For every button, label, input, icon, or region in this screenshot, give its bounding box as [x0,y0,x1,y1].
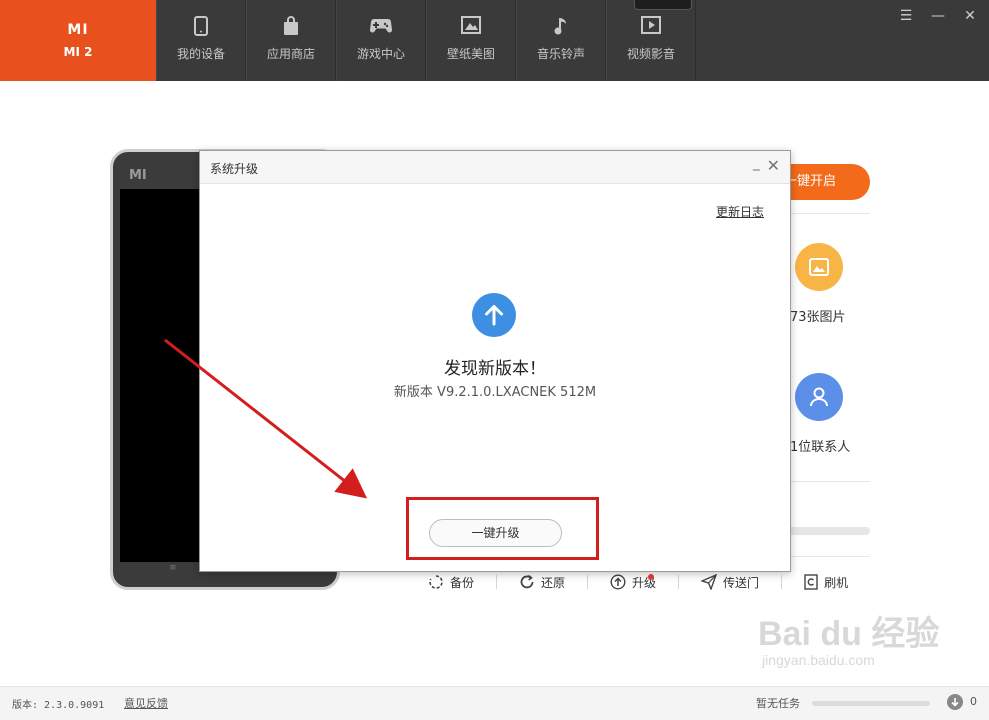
backup-button[interactable]: 备份 [428,574,496,591]
nav-app-store[interactable]: 应用商店 [246,0,336,81]
shopping-bag-icon [247,16,335,38]
download-count: 0 [970,695,977,708]
upgrade-icon [610,574,626,590]
action-bar: 备份 还原 升级 传送门 刷机 [428,571,870,593]
nav-label: 我的设备 [176,47,225,61]
divider [781,575,783,589]
divider [790,556,870,557]
divider [790,481,870,482]
device-model-label: MI 2 [63,45,93,59]
contacts-circle[interactable] [795,373,843,421]
divider [790,213,870,214]
flash-icon [804,574,818,590]
music-note-icon [517,16,605,38]
minimize-icon[interactable]: _ [753,155,760,171]
dialog-titlebar[interactable]: 系统升级 _ ✕ [200,151,790,184]
app-version: 版本: 2.3.0.9091 [12,700,105,711]
divider [587,575,589,589]
top-bar: MI MI 2 我的设备 应用商店 游戏中心 壁纸美图 音乐铃声 视频影音 ☰ … [0,0,989,81]
nav-label: 游戏中心 [356,47,405,61]
nav-wallpaper[interactable]: 壁纸美图 [426,0,516,81]
new-version-heading: 发现新版本！ [444,359,546,379]
task-status: 暂无任务 [756,697,800,710]
nav-my-device[interactable]: 我的设备 [156,0,246,81]
nav-video[interactable]: 视频影音 [606,0,696,81]
flash-rom-button[interactable]: 刷机 [804,574,870,591]
dialog-title: 系统升级 [210,162,259,176]
baidu-watermark: Bai du 经验 [758,615,940,653]
feedback-link[interactable]: 意见反馈 [124,695,168,711]
status-bar: 版本: 2.3.0.9091 意见反馈 暂无任务 0 [0,686,989,720]
person-icon [810,387,828,407]
changelog-link[interactable]: 更新日志 [716,203,764,220]
annotation-highlight-box [406,497,599,560]
mi-logo: MI [67,22,89,38]
picture-icon [427,16,515,38]
arrow-up-icon [472,293,516,337]
nav-label: 应用商店 [266,47,315,61]
nav-music[interactable]: 音乐铃声 [516,0,606,81]
photos-count: 73张图片 [790,310,846,325]
phone-home-button: ≡ [169,563,177,573]
watermark-url: jingyan.baidu.com [762,652,875,668]
topbar-handle [634,0,692,10]
backup-label: 备份 [450,575,475,590]
close-icon[interactable]: ✕ [767,156,780,175]
gamepad-icon [337,16,425,38]
nav-game-center[interactable]: 游戏中心 [336,0,426,81]
flash-rom-label: 刷机 [824,575,849,590]
restore-button[interactable]: 还原 [519,574,587,591]
task-progress [812,701,930,706]
restore-label: 还原 [541,575,566,590]
minimize-icon[interactable]: — [929,8,947,24]
restore-icon [520,574,534,589]
photos-circle[interactable] [795,243,843,291]
nav-label: 视频影音 [626,47,675,61]
divider [496,575,498,589]
backup-icon [429,575,443,589]
close-icon[interactable]: ✕ [961,8,979,24]
send-icon [701,574,718,590]
divider [678,575,680,589]
nav-label: 音乐铃声 [536,47,585,61]
nav-label: 壁纸美图 [446,47,495,61]
play-video-icon [607,16,695,38]
menu-icon[interactable]: ☰ [897,8,915,24]
brand-tile[interactable]: MI MI 2 [0,0,156,81]
contacts-count: 1位联系人 [790,440,851,455]
new-version-info: 新版本 V9.2.1.0.LXACNEK 512M [393,385,597,400]
transfer-portal-button[interactable]: 传送门 [701,574,781,591]
phone-icon [157,16,245,38]
transfer-portal-label: 传送门 [723,575,760,590]
main-nav: 我的设备 应用商店 游戏中心 壁纸美图 音乐铃声 视频影音 [156,0,696,81]
phone-logo: MI [129,168,147,183]
upgrade-action-button[interactable]: 升级 [610,573,678,591]
notification-dot [648,573,655,580]
window-controls: ☰ — ✕ [897,8,979,24]
download-icon[interactable] [947,694,963,710]
image-icon [809,258,829,276]
